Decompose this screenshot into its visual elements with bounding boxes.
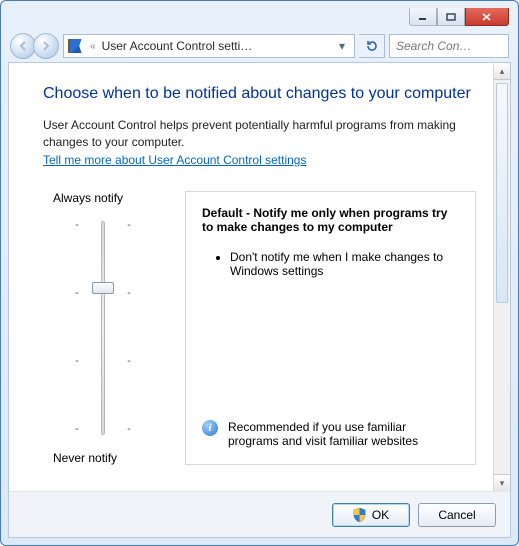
slider-tick: -- — [73, 355, 133, 367]
search-placeholder: Search Con… — [396, 39, 471, 53]
intro-text: User Account Control helps prevent poten… — [43, 117, 476, 169]
client-area: Choose when to be notified about changes… — [8, 62, 511, 538]
footer-bar: OK Cancel — [9, 491, 510, 537]
panel-bullet: Don't notify me when I make changes to W… — [230, 250, 459, 278]
description-panel: Default - Notify me only when programs t… — [185, 191, 476, 465]
info-icon: i — [202, 420, 218, 436]
page-heading: Choose when to be notified about changes… — [43, 85, 476, 103]
notify-slider[interactable]: -- -- -- -- — [73, 213, 133, 443]
cancel-label: Cancel — [438, 508, 475, 522]
titlebar — [8, 8, 511, 30]
slider-track — [101, 221, 105, 435]
control-panel-icon — [68, 39, 84, 53]
ok-label: OK — [372, 508, 389, 522]
close-button[interactable] — [465, 8, 509, 26]
slider-bottom-label: Never notify — [43, 451, 163, 465]
panel-heading: Default - Notify me only when programs t… — [202, 206, 459, 234]
panel-bullet-list: Don't notify me when I make changes to W… — [202, 250, 459, 278]
shield-icon — [353, 508, 366, 522]
content-pane: Choose when to be notified about changes… — [9, 63, 510, 491]
forward-button[interactable] — [33, 33, 59, 59]
slider-tick: -- — [73, 219, 133, 231]
address-dropdown-icon[interactable]: ▾ — [334, 39, 350, 53]
slider-top-label: Always notify — [43, 191, 163, 205]
intro-body: User Account Control helps prevent poten… — [43, 118, 456, 149]
maximize-button[interactable] — [437, 8, 465, 26]
breadcrumb-text: User Account Control setti… — [102, 39, 328, 53]
minimize-button[interactable] — [409, 8, 437, 26]
refresh-button[interactable] — [359, 34, 385, 58]
scroll-down-button[interactable]: ▾ — [494, 474, 510, 491]
slider-tick: -- — [73, 423, 133, 435]
scrollbar-thumb[interactable] — [496, 83, 508, 303]
ok-button[interactable]: OK — [332, 503, 410, 527]
slider-thumb[interactable] — [92, 282, 114, 294]
help-link[interactable]: Tell me more about User Account Control … — [43, 153, 306, 167]
cancel-button[interactable]: Cancel — [418, 503, 496, 527]
address-bar[interactable]: « User Account Control setti… ▾ — [63, 34, 355, 58]
nav-toolbar: « User Account Control setti… ▾ Search C… — [8, 30, 511, 62]
recommendation-text: Recommended if you use familiar programs… — [228, 420, 459, 448]
slider-column: Always notify -- -- -- -- Never notify — [43, 191, 163, 465]
scroll-up-button[interactable]: ▴ — [494, 63, 510, 80]
recommendation-row: i Recommended if you use familiar progra… — [202, 420, 459, 448]
breadcrumb-chevron-icon: « — [90, 41, 96, 52]
vertical-scrollbar[interactable]: ▴ ▾ — [493, 63, 510, 491]
search-input[interactable]: Search Con… — [389, 34, 509, 58]
window-frame: « User Account Control setti… ▾ Search C… — [0, 0, 519, 546]
